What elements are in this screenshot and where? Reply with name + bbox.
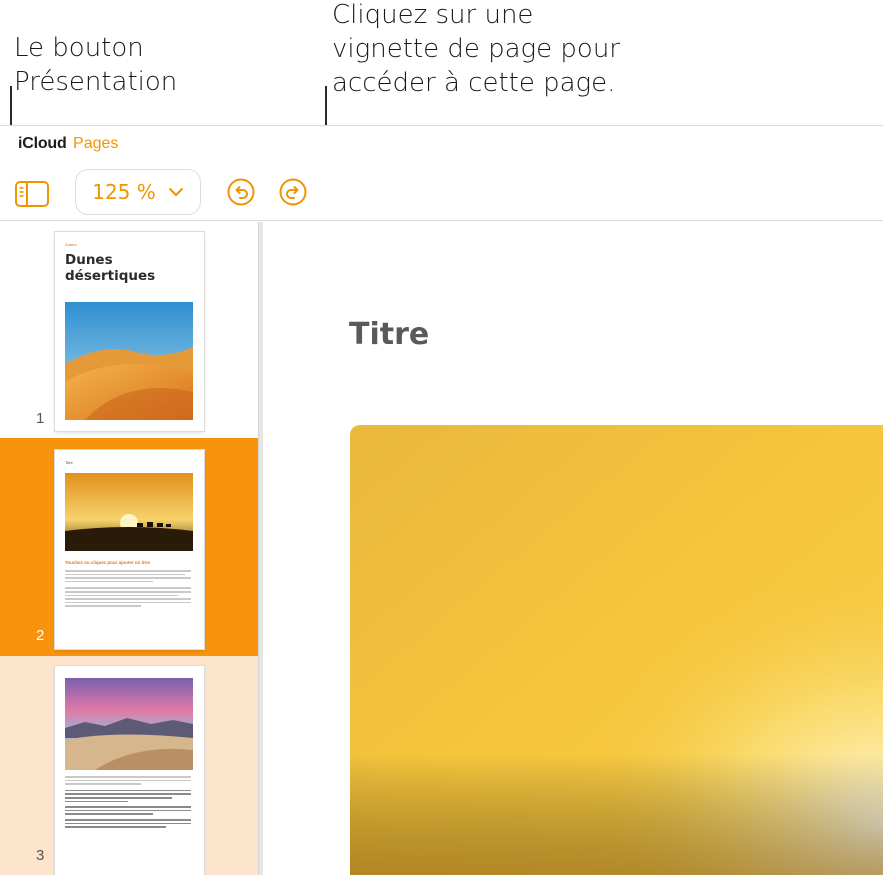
toolbar: 125 % (0, 168, 883, 221)
redo-icon (279, 178, 307, 206)
page-thumbnail-1[interactable]: Auteur Dunes désertiques (55, 232, 204, 431)
callout-view-button: Le bouton Présentation (14, 33, 178, 97)
callout-thumbnail: Cliquez sur une vignette de page pour ac… (332, 0, 620, 98)
pages-product-name[interactable]: Pages (73, 135, 118, 152)
page-number: 3 (36, 847, 45, 864)
thumb-heading: Touchez ou cliquez pour ajouter un titre (65, 560, 151, 565)
page-number: 2 (36, 627, 45, 644)
view-button[interactable] (14, 179, 50, 209)
undo-icon (227, 178, 255, 206)
golden-gradient-image[interactable] (350, 425, 883, 875)
icloud-brand: iCloud (18, 135, 67, 152)
page-thumbnail-2[interactable]: Titre Touchez ou cliquez pour ajouter un… (55, 450, 204, 649)
desert-pink-sky-image (65, 678, 193, 770)
page-thumbnail-row-1[interactable]: 1 Auteur Dunes désertiques (0, 222, 258, 438)
chevron-down-icon (168, 188, 183, 196)
document-title[interactable]: Titre (349, 317, 429, 352)
desert-sunset-camels-image (65, 473, 193, 551)
redo-button[interactable] (279, 178, 307, 206)
undo-button[interactable] (227, 178, 255, 206)
page-thumbnails-sidebar: 1 Auteur Dunes désertiques 2 Titre Touch… (0, 222, 258, 875)
thumb-title: Dunes désertiques (65, 252, 156, 284)
thumb-label: Titre (65, 460, 73, 465)
thumb-body-text (65, 776, 191, 830)
page-thumbnail-3[interactable] (55, 666, 204, 875)
zoom-value: 125 % (92, 180, 156, 204)
app-title: iCloud Pages (18, 135, 118, 153)
thumb-author: Auteur (65, 242, 77, 247)
page-thumbnail-row-3[interactable]: 3 (0, 656, 258, 875)
document-canvas[interactable]: Titre (263, 222, 883, 875)
desert-dunes-image (65, 302, 193, 420)
page-thumbnail-row-2[interactable]: 2 Titre Touchez ou cliquez pour ajouter … (0, 438, 258, 656)
zoom-menu-button[interactable]: 125 % (75, 169, 201, 215)
golden-gradient-graphic (350, 425, 883, 875)
sidebar-icon (15, 181, 49, 207)
thumb-body-text (65, 570, 191, 609)
page-number: 1 (36, 410, 45, 427)
pages-app-window: iCloud Pages 125 % 1 Auteur Dunes désert… (0, 125, 883, 875)
